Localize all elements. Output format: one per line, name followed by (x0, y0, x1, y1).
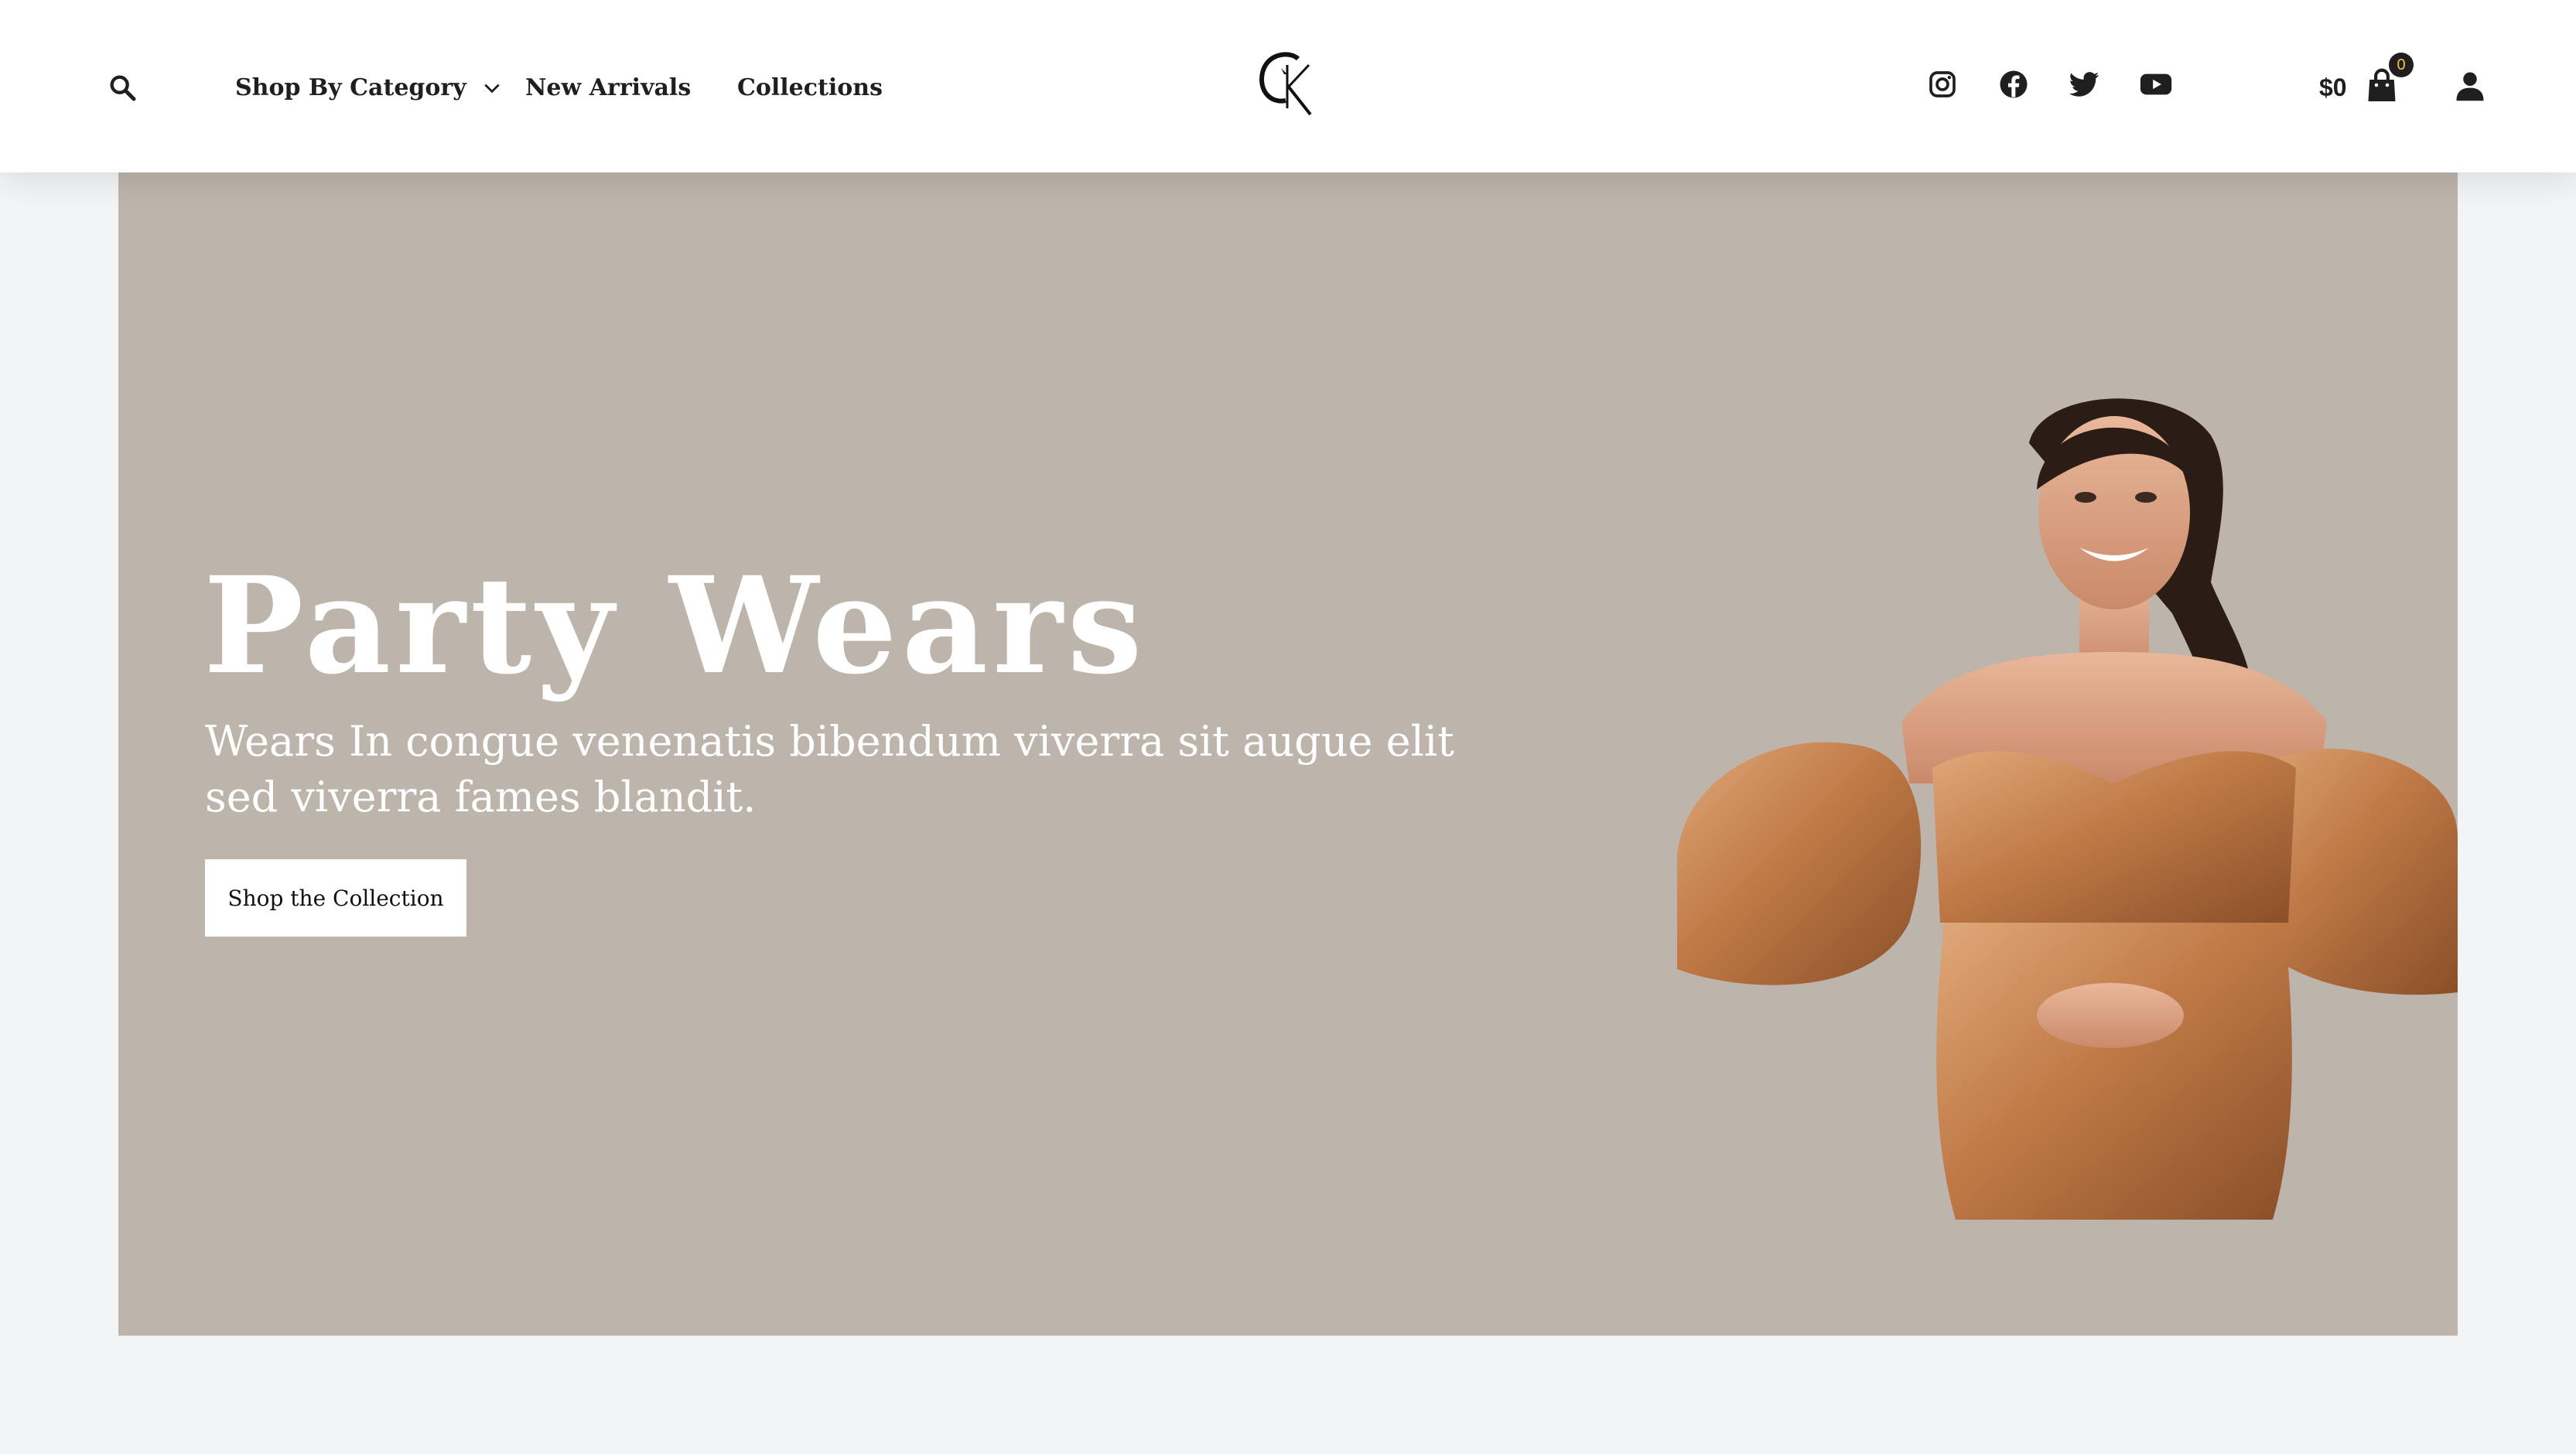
search-icon[interactable] (107, 71, 139, 104)
site-header: Shop By Category New Arrivals Collection… (0, 0, 2576, 172)
nav-shop-by-category[interactable]: Shop By Category (235, 68, 502, 107)
nav-shop-by-category-label: Shop By Category (235, 73, 466, 101)
hero-banner: Party Wears Wears In congue venenatis bi… (118, 172, 2458, 1336)
nav-new-arrivals[interactable]: New Arrivals (525, 68, 691, 107)
facebook-icon[interactable] (1998, 67, 2034, 102)
hero-subtitle: Wears In congue venenatis bibendum viver… (205, 717, 1454, 821)
user-account-icon[interactable] (2454, 68, 2488, 104)
cart-total[interactable]: $0 (2319, 68, 2347, 107)
youtube-icon[interactable] (2138, 67, 2174, 102)
shop-collection-button[interactable]: Shop the Collection (205, 859, 466, 937)
chevron-down-icon (482, 77, 502, 97)
twitter-icon[interactable] (2068, 67, 2103, 102)
ck-monogram-logo-icon (1259, 52, 1312, 116)
hero-title: Party Wears (203, 547, 1147, 704)
instagram-icon[interactable] (1927, 67, 1963, 102)
cart-count-badge: 0 (2389, 53, 2414, 77)
nav-collections[interactable]: Collections (737, 68, 883, 107)
site-logo[interactable] (1253, 48, 1323, 121)
model-photo (1676, 381, 2458, 1220)
